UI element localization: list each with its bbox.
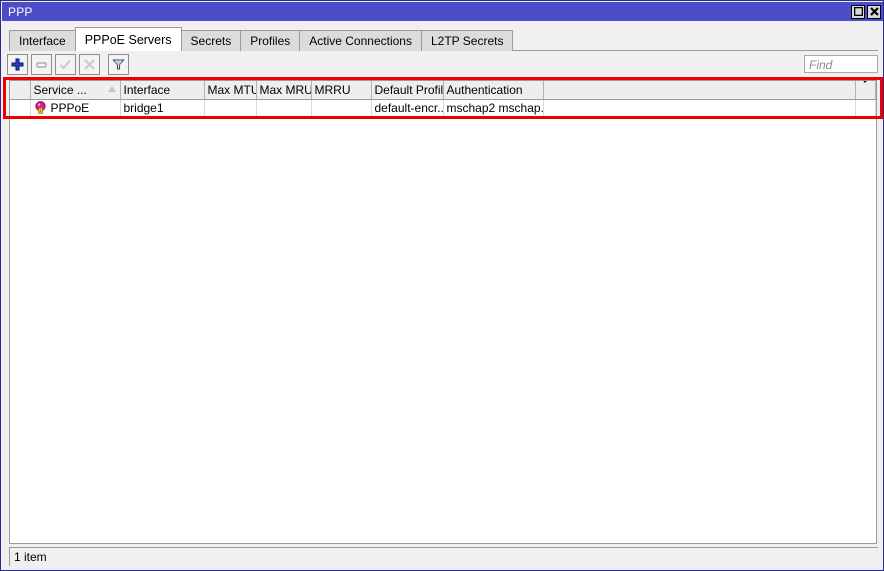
search-input[interactable] xyxy=(805,57,877,73)
sort-ascending-icon xyxy=(107,86,116,92)
tab-pppoe-servers[interactable]: PPPoE Servers xyxy=(74,27,182,51)
minus-icon xyxy=(35,58,48,71)
table-header-row: Service ... Interface Max MTU Max MRU MR… xyxy=(10,81,876,100)
square-icon xyxy=(853,7,863,16)
column-header-service-label: Service ... xyxy=(33,82,87,97)
cell-service[interactable]: PPPoE xyxy=(30,99,121,116)
cell-filler xyxy=(543,99,856,116)
column-header-service[interactable]: Service ... xyxy=(30,81,121,100)
column-header-interface-label: Interface xyxy=(123,82,171,97)
cell-service-label: PPPoE xyxy=(50,100,90,115)
enable-button[interactable] xyxy=(55,54,76,75)
search-box[interactable] xyxy=(804,55,878,73)
column-header-authentication[interactable]: Authentication xyxy=(443,81,544,100)
column-header-mrru[interactable]: MRRU xyxy=(311,81,372,100)
table-header: Service ... Interface Max MTU Max MRU MR… xyxy=(10,81,876,100)
status-item-count: 1 item xyxy=(9,547,878,566)
column-chooser-button[interactable] xyxy=(855,81,876,100)
disable-button[interactable] xyxy=(79,54,100,75)
column-header-max-mru[interactable]: Max MRU xyxy=(256,81,312,100)
cross-icon xyxy=(83,58,96,71)
tab-secrets[interactable]: Secrets xyxy=(180,30,242,51)
filter-funnel-icon xyxy=(112,58,125,71)
window-title: PPP xyxy=(8,4,33,19)
tab-strip: Interface PPPoE Servers Secrets Profiles… xyxy=(2,21,883,51)
close-icon xyxy=(869,7,879,16)
cell-default-profile[interactable]: default-encr... xyxy=(371,99,444,116)
close-button[interactable] xyxy=(867,4,881,19)
cell-max-mru[interactable] xyxy=(256,99,312,116)
column-header-default-profile-label: Default Profile xyxy=(374,82,443,97)
table-body: PPPoE bridge1 default-encr... mschap2 ms… xyxy=(10,99,876,116)
cell-interface[interactable]: bridge1 xyxy=(120,99,205,116)
status-bar: 1 item xyxy=(2,545,883,569)
column-header-max-mtu-label: Max MTU xyxy=(207,82,256,97)
tab-profiles[interactable]: Profiles xyxy=(240,30,301,51)
cell-authentication[interactable]: mschap2 mschap... xyxy=(443,99,544,116)
tab-l2tp-secrets[interactable]: L2TP Secrets xyxy=(420,30,514,51)
column-header-mrru-label: MRRU xyxy=(314,82,351,97)
pppoe-server-icon xyxy=(34,101,47,115)
column-header-filler xyxy=(543,81,856,100)
tab-interface[interactable]: Interface xyxy=(9,30,76,51)
column-header-rowmark xyxy=(10,81,31,100)
maximize-button[interactable] xyxy=(851,4,865,19)
cell-row-end xyxy=(855,99,876,116)
toolbar-button-group xyxy=(7,54,129,75)
cell-mrru[interactable] xyxy=(311,99,372,116)
ppp-window: PPP Interface PPPoE Servers Secrets Prof… xyxy=(0,0,884,571)
chevron-down-icon xyxy=(859,81,871,97)
filter-button[interactable] xyxy=(108,54,129,75)
tab-active-connections[interactable]: Active Connections xyxy=(299,30,422,51)
window-titlebar: PPP xyxy=(2,2,883,21)
tab-list: Interface PPPoE Servers Secrets Profiles… xyxy=(9,27,514,51)
row-marker-cell xyxy=(10,99,31,116)
column-header-default-profile[interactable]: Default Profile xyxy=(371,81,444,100)
pppoe-servers-table-panel: Service ... Interface Max MTU Max MRU MR… xyxy=(9,80,877,544)
column-header-max-mru-label: Max MRU xyxy=(259,82,311,97)
column-header-interface[interactable]: Interface xyxy=(120,81,205,100)
remove-button[interactable] xyxy=(31,54,52,75)
column-header-authentication-label: Authentication xyxy=(446,82,523,97)
column-header-max-mtu[interactable]: Max MTU xyxy=(204,81,257,100)
add-button[interactable] xyxy=(7,54,28,75)
toolbar xyxy=(2,52,883,78)
table-row[interactable]: PPPoE bridge1 default-encr... mschap2 ms… xyxy=(10,99,876,116)
titlebar-button-group xyxy=(851,4,883,19)
check-icon xyxy=(59,58,72,71)
plus-icon xyxy=(11,58,24,71)
pppoe-servers-table: Service ... Interface Max MTU Max MRU MR… xyxy=(10,81,876,116)
cell-max-mtu[interactable] xyxy=(204,99,257,116)
